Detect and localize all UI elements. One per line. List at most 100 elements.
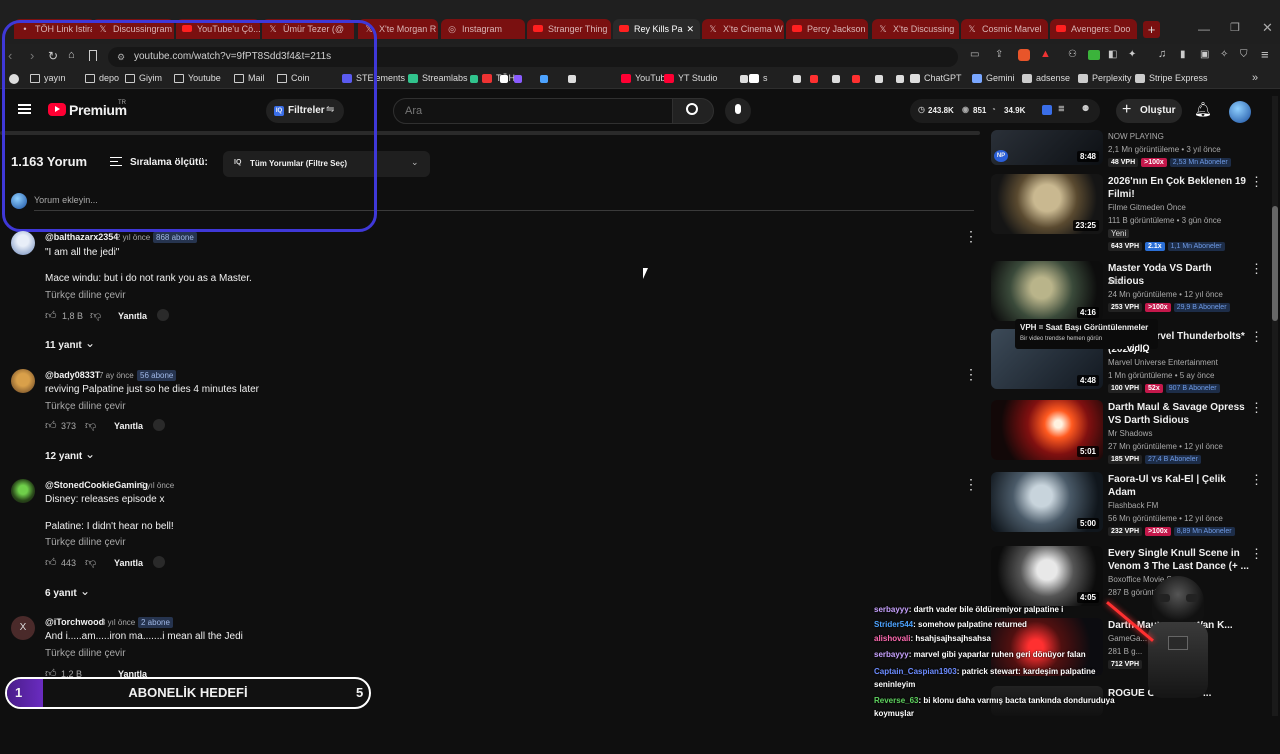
bookmark-item[interactable]: Perplexity (1078, 73, 1132, 83)
video-thumbnail[interactable]: 4:16 (991, 261, 1103, 321)
translate-link[interactable]: Türkçe diline çevir (45, 537, 126, 548)
bookmark-favicon-icon[interactable] (740, 75, 748, 83)
like-icon[interactable]: 👍︎ (45, 419, 57, 432)
comment-menu-icon[interactable]: ⋮ (964, 229, 978, 243)
bookmark-favicon-icon[interactable] (514, 75, 522, 83)
create-button[interactable]: + Oluştur (1116, 99, 1182, 123)
channel-name[interactable]: Marvel Universe Entertainment (1108, 358, 1218, 367)
video-menu-icon[interactable]: ⋮ (1250, 261, 1263, 277)
comment-time[interactable]: 7 ay önce (99, 371, 134, 380)
bookmark-favicon-icon[interactable] (470, 75, 478, 83)
replies-toggle[interactable]: 11 yanıt (45, 340, 82, 351)
comment-time[interactable]: 2 yıl önce (116, 233, 150, 242)
browser-tab[interactable]: ◎ Instagram (441, 19, 525, 39)
rewards-icon[interactable]: ▲ (1040, 48, 1051, 60)
new-tab-button[interactable]: + (1143, 21, 1160, 38)
vidiq-stats[interactable]: ◷ 243.8K ◉ 851 ◔ 34.9K ≣ ⚉ (910, 99, 1100, 123)
bookmark-favicon-icon[interactable] (793, 75, 801, 83)
channel-name[interactable]: Mr Shadows (1108, 429, 1152, 438)
voice-search-button[interactable] (725, 98, 751, 124)
menu-icon[interactable]: ≡ (1261, 47, 1269, 62)
search-input[interactable]: Ara (393, 98, 673, 124)
search-button[interactable] (672, 98, 714, 124)
chevron-down-icon[interactable]: ⌄ (85, 447, 95, 461)
replies-toggle[interactable]: 12 yanıt (45, 451, 82, 462)
video-thumbnail[interactable]: 8:48 (991, 130, 1103, 165)
reply-button[interactable]: Yanıtla (114, 558, 143, 568)
dislike-icon[interactable]: 👎︎ (85, 419, 96, 432)
video-title[interactable]: Darth Maul & Savage Opress VS Darth Sidi… (1108, 401, 1250, 427)
share-icon[interactable]: ⇪ (995, 49, 1003, 60)
scrollbar-thumb[interactable] (1272, 206, 1278, 321)
video-title[interactable]: Faora-Ul vs Kal-El | Çelik Adam (1108, 473, 1250, 499)
bookmark-favicon-icon[interactable] (852, 75, 860, 83)
comment-author[interactable]: @iTorchwood (45, 617, 104, 627)
bookmark-favicon-icon[interactable] (875, 75, 883, 83)
cast-icon[interactable]: ▭ (970, 49, 979, 60)
bookmark-item[interactable]: TÖH (482, 73, 515, 83)
extension-2-icon[interactable] (1088, 50, 1100, 60)
video-menu-icon[interactable]: ⋮ (1250, 174, 1263, 190)
close-tab-icon[interactable]: ✕ (687, 24, 695, 35)
comment-author[interactable]: @bady0833T (45, 370, 100, 380)
channel-name[interactable]: Filme Gitmeden Önce (1108, 203, 1186, 212)
chevron-down-icon[interactable]: ⌄ (80, 584, 90, 598)
extension-3-icon[interactable]: ◧ (1108, 49, 1117, 60)
video-thumbnail[interactable]: 4:05 (991, 546, 1103, 606)
translate-link[interactable]: Türkçe diline çevir (45, 401, 126, 412)
bookmark-favicon-icon[interactable] (568, 75, 576, 83)
page-scrollbar[interactable] (1272, 96, 1278, 716)
bookmark-favicon-icon[interactable] (810, 75, 818, 83)
comment-menu-icon[interactable]: ⋮ (964, 477, 978, 491)
video-thumbnail[interactable]: 23:25 (991, 174, 1103, 234)
extension-1-icon[interactable]: ⚇ (1068, 49, 1077, 60)
notifications-icon[interactable]: 🔔︎ (1194, 101, 1212, 118)
bookmark-item[interactable]: YouTube (621, 73, 670, 83)
more-bookmarks-icon[interactable]: » (1252, 72, 1258, 84)
commenter-avatar[interactable] (11, 369, 35, 393)
related-video[interactable]: 5:00 Faora-Ul vs Kal-El | Çelik Adam Flash… (991, 472, 1280, 540)
browser-tab[interactable]: 𝕏 X'te Discussing (872, 19, 959, 39)
translate-link[interactable]: Türkçe diline çevir (45, 648, 126, 659)
restore-icon[interactable]: ❐ (1230, 21, 1240, 34)
commenter-avatar[interactable]: X (11, 616, 35, 640)
comment-author[interactable]: @StonedCookieGaming (45, 480, 148, 490)
comment-author[interactable]: @balthazarx2354 (45, 232, 118, 242)
like-icon[interactable]: 👍︎ (45, 556, 57, 569)
user-avatar[interactable] (1229, 101, 1251, 123)
vidiq-reply-icon[interactable] (153, 556, 165, 568)
vpn-icon[interactable]: ⛉ (1240, 49, 1248, 60)
bookmark-favicon-icon[interactable] (832, 75, 840, 83)
translate-link[interactable]: Türkçe diline çevir (45, 290, 126, 301)
vidiq-reply-icon[interactable] (157, 309, 169, 321)
video-menu-icon[interactable]: ⋮ (1250, 400, 1263, 416)
vidiq-reply-icon[interactable] (153, 419, 165, 431)
bookmark-item[interactable]: Streamlabs (408, 73, 468, 83)
reply-button[interactable]: Yanıtla (114, 421, 143, 431)
dislike-icon[interactable]: 👎︎ (85, 556, 96, 569)
browser-tab[interactable]: Avengers: Doo (1050, 19, 1137, 39)
bookmark-item[interactable]: Gemini (972, 73, 1015, 83)
related-video[interactable]: 23:25 2026'nın En Çok Beklenen 19 Filmi! F… (991, 174, 1280, 251)
video-title[interactable]: Every Single Knull Scene in Venom 3 The … (1108, 547, 1250, 573)
video-thumbnail[interactable]: 5:01 (991, 400, 1103, 460)
wallet-icon[interactable]: ▣ (1200, 49, 1209, 60)
bookmark-item[interactable]: ChatGPT (910, 73, 962, 83)
channel-name[interactable]: Flashback FM (1108, 501, 1158, 510)
brave-icon[interactable] (1018, 49, 1030, 61)
bookmark-favicon-icon[interactable] (500, 75, 508, 83)
comment-menu-icon[interactable]: ⋮ (964, 367, 978, 381)
bookmark-item[interactable]: YT Studio (664, 73, 717, 83)
bookmark-item[interactable]: s (749, 73, 768, 83)
replies-toggle[interactable]: 6 yanıt (45, 588, 77, 599)
video-thumbnail[interactable]: 5:00 (991, 472, 1103, 532)
video-title[interactable]: 2026'nın En Çok Beklenen 19 Filmi! (1108, 175, 1250, 201)
comment-time[interactable]: 3 yıl önce (101, 618, 135, 627)
sidebar-icon[interactable]: ▮ (1180, 49, 1186, 60)
browser-tab[interactable]: 𝕏 X'te Cinema W (702, 19, 784, 39)
video-title[interactable]: Master Yoda VS Darth Sidious (1108, 262, 1250, 288)
related-video[interactable]: 5:01 Darth Maul & Savage Opress VS Darth … (991, 400, 1280, 468)
media-icon[interactable]: ♫ (1158, 48, 1166, 60)
browser-tab[interactable]: Percy Jackson (786, 19, 868, 39)
like-icon[interactable]: 👍︎ (45, 309, 57, 322)
